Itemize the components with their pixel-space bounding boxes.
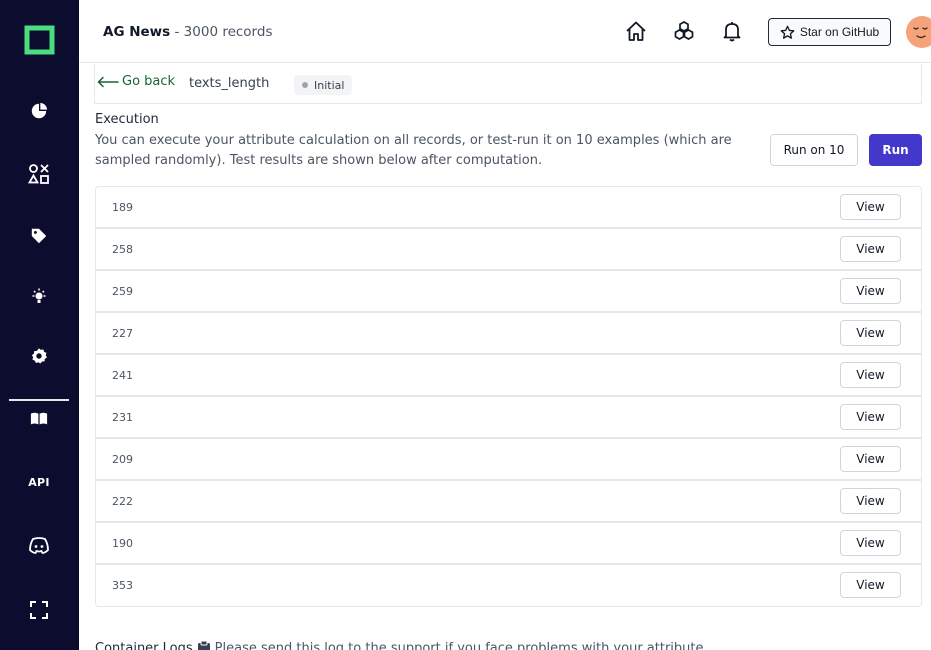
gear-icon[interactable] [25,342,53,370]
clipboard-icon[interactable] [197,640,211,650]
lightbulb-icon[interactable] [25,282,53,310]
shapes-icon[interactable] [25,160,53,188]
title-separator: - [170,24,184,40]
attribute-name: texts_length [189,76,270,91]
result-row: 190 View [96,523,921,565]
view-button[interactable]: View [840,446,901,472]
bell-icon[interactable] [720,19,744,43]
avatar[interactable] [906,16,931,48]
container-logs-heading: Container Logs Please send this log to t… [95,640,704,650]
attribute-subbar: Go back texts_length Initial [94,64,922,104]
project-name: AG News [103,24,171,40]
view-button[interactable]: View [840,572,901,598]
logo-icon[interactable] [24,25,55,55]
result-value: 231 [112,411,133,424]
result-row: 209 View [96,439,921,481]
result-row: 227 View [96,313,921,355]
tag-icon[interactable] [25,222,53,250]
sidebar-divider [9,399,69,401]
view-button[interactable]: View [840,488,901,514]
view-button[interactable]: View [840,320,901,346]
results-list: 189 View 258 View 259 View 227 View 241 … [95,186,922,607]
result-value: 189 [112,201,133,214]
result-row: 241 View [96,355,921,397]
view-button[interactable]: View [840,530,901,556]
view-button[interactable]: View [840,236,901,262]
go-back-link[interactable]: Go back [97,74,175,89]
view-button[interactable]: View [840,362,901,388]
result-value: 259 [112,285,133,298]
state-badge: Initial [294,75,353,95]
result-value: 222 [112,495,133,508]
top-header: AG News - 3000 records Star on GitHub [79,0,931,63]
container-logs-title: Container Logs [95,640,193,650]
book-icon[interactable] [25,405,53,433]
run-button[interactable]: Run [869,134,922,166]
result-row: 189 View [96,187,921,229]
record-count: 3000 records [183,24,273,40]
home-icon[interactable] [624,19,648,43]
state-label: Initial [314,78,345,92]
sidebar: API [0,0,79,650]
execution-description: You can execute your attribute calculati… [95,133,732,168]
project-title: AG News - 3000 records [103,24,272,40]
star-icon [780,25,795,40]
state-dot-icon [302,82,308,88]
fullscreen-icon[interactable] [25,596,53,624]
result-row: 258 View [96,229,921,271]
api-label: API [28,475,50,489]
api-icon[interactable]: API [25,468,53,496]
view-button[interactable]: View [840,194,901,220]
hexagons-icon[interactable] [672,19,696,43]
result-row: 259 View [96,271,921,313]
view-button[interactable]: View [840,404,901,430]
result-value: 241 [112,369,133,382]
arrow-left-icon [97,76,119,88]
pie-chart-icon[interactable] [25,97,53,125]
result-value: 209 [112,453,133,466]
view-button[interactable]: View [840,278,901,304]
result-value: 353 [112,579,133,592]
container-logs-description: Please send this log to the support if y… [214,640,704,650]
star-on-github-button[interactable]: Star on GitHub [768,18,891,46]
discord-icon[interactable] [25,532,53,560]
star-button-label: Star on GitHub [799,25,880,39]
execution-title: Execution [95,112,159,127]
result-row: 231 View [96,397,921,439]
result-value: 227 [112,327,133,340]
result-value: 190 [112,537,133,550]
run-on-10-button[interactable]: Run on 10 [770,134,858,166]
result-row: 222 View [96,481,921,523]
result-value: 258 [112,243,133,256]
result-row: 353 View [96,565,921,607]
go-back-label: Go back [122,74,176,89]
